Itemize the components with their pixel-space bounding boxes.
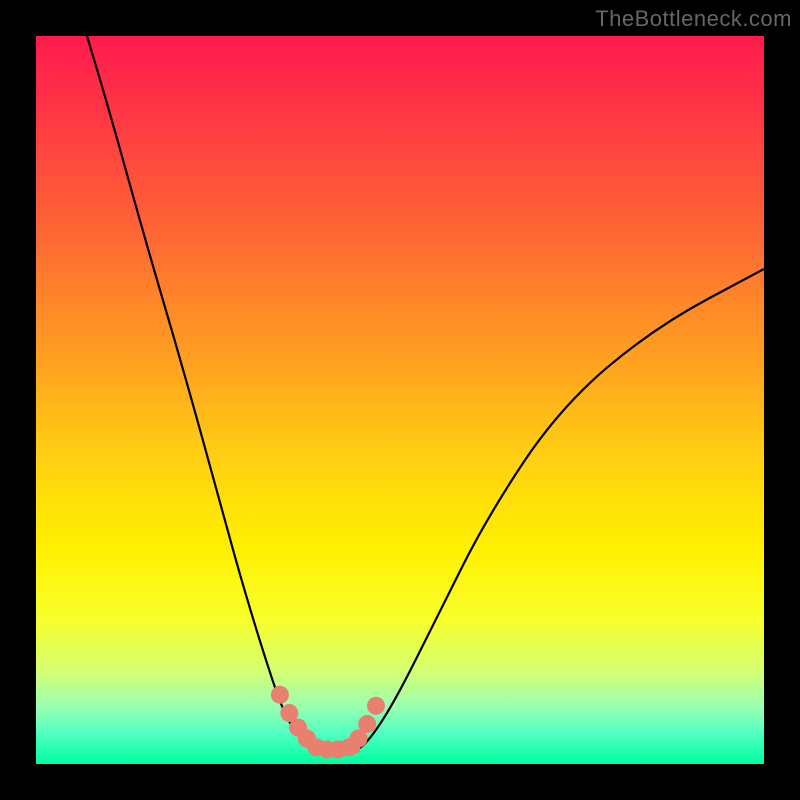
chart-frame: TheBottleneck.com [0,0,800,800]
marker-dots [271,686,385,759]
marker-dot [271,686,289,704]
right-curve [356,269,764,749]
watermark-text: TheBottleneck.com [595,6,792,32]
left-curve [87,36,313,749]
marker-dot [358,715,376,733]
curve-group [87,36,764,749]
marker-dot [367,697,385,715]
chart-svg [36,36,764,764]
